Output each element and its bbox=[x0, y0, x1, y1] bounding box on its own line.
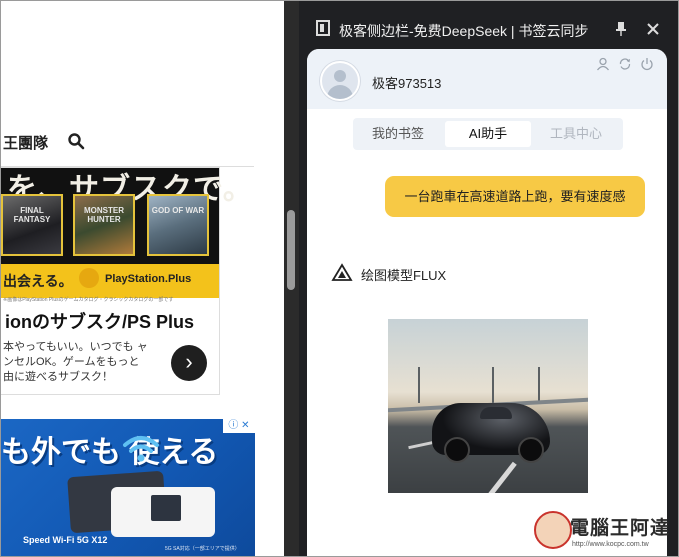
ad-yellow-strip: 出会える。 PlayStation.Plus bbox=[1, 264, 219, 298]
ad2-product-name: Speed Wi-Fi 5G X12 bbox=[23, 535, 108, 545]
generated-sports-car-image[interactable] bbox=[388, 319, 588, 493]
user-message-bubble: 一台跑車在高速道路上跑，要有速度感 bbox=[385, 176, 645, 217]
wifi-router-ad[interactable]: も外でも 使える ⓘ ✕ Speed Wi-Fi 5G X12 5G SA対応（… bbox=[1, 419, 255, 556]
game-cover-monster-hunter: MONSTER HUNTER bbox=[73, 194, 135, 256]
sidebar-titlebar: 极客侧边栏-免费DeepSeek | 书签云同步 bbox=[299, 1, 678, 45]
tab-ai-assistant[interactable]: AI助手 bbox=[445, 121, 531, 147]
close-icon[interactable] bbox=[646, 21, 660, 37]
playstation-plus-icon bbox=[79, 268, 99, 288]
avatar[interactable] bbox=[320, 61, 360, 101]
game-cover-god-of-war: GOD OF WAR bbox=[147, 194, 209, 256]
ad-next-arrow-button[interactable]: › bbox=[171, 345, 207, 381]
search-icon[interactable] bbox=[67, 132, 85, 150]
game-cover-final-fantasy: FINAL FANTASY bbox=[1, 194, 63, 256]
sidebar-panel: 极客973513 我的书签 AI助手 工具中心 一台跑車在高速道路上跑，要有速度… bbox=[307, 49, 667, 556]
adchoices-icon[interactable]: ⓘ ✕ bbox=[223, 419, 255, 433]
ad-title[interactable]: ionのサブスク/PS Plus bbox=[5, 308, 194, 334]
ad-yellow-text: 出会える。 bbox=[3, 273, 73, 289]
tab-my-bookmarks[interactable]: 我的书签 bbox=[357, 121, 439, 147]
ad-hero: を、サブスクで。 FINAL FANTASY MONSTER HUNTER GO… bbox=[1, 168, 253, 264]
tab-tool-center[interactable]: 工具中心 bbox=[535, 121, 617, 147]
mascot-logo-icon bbox=[534, 511, 572, 549]
watermark-url: http://www.kocpc.com.tw bbox=[572, 541, 649, 548]
ad-fine-print: ※画像はPlayStation Plusのゲームカタログ・クラシックカタログの一… bbox=[3, 297, 174, 303]
pin-icon[interactable] bbox=[614, 21, 628, 37]
ps-plus-ad[interactable]: を、サブスクで。 FINAL FANTASY MONSTER HUNTER GO… bbox=[1, 167, 253, 395]
power-icon[interactable] bbox=[640, 57, 654, 71]
ad2-headline: も外でも 使える bbox=[1, 436, 219, 469]
ps-plus-logo-text: PlayStation.Plus bbox=[105, 273, 192, 285]
model-name: 绘图模型FLUX bbox=[361, 268, 447, 283]
geek-sidebar: 极客侧边栏-免费DeepSeek | 书签云同步 极客973513 我的书签 A… bbox=[299, 1, 678, 556]
screen-frame: 王團隊 を、サブスクで。 FINAL FANTASY MONSTER HUNTE… bbox=[0, 0, 679, 557]
watermark-title: 電腦王阿達 bbox=[570, 518, 671, 539]
username: 极客973513 bbox=[372, 76, 442, 91]
sync-icon[interactable] bbox=[618, 57, 632, 71]
ad-description: 本やってもいい。いつでも ャンセルOK。ゲームをもっと 由に遊べるサブスク！ bbox=[3, 341, 148, 383]
ad2-fine-print: 5G SA対応（一部エリアで提供） bbox=[165, 546, 240, 552]
router-device-white bbox=[111, 487, 215, 537]
wifi-icon bbox=[123, 436, 159, 462]
scrollbar-thumb[interactable] bbox=[287, 210, 295, 290]
web-page: 王團隊 を、サブスクで。 FINAL FANTASY MONSTER HUNTE… bbox=[1, 1, 284, 556]
app-icon bbox=[316, 20, 330, 36]
user-header: 极客973513 bbox=[307, 49, 667, 109]
site-watermark: 電腦王阿達 http://www.kocpc.com.tw bbox=[534, 511, 674, 553]
flux-logo-icon bbox=[331, 263, 353, 281]
user-icon[interactable] bbox=[596, 57, 610, 71]
sidebar-title: 极客侧边栏-免费DeepSeek | 书签云同步 bbox=[339, 23, 589, 39]
tab-bar: 我的书签 AI助手 工具中心 bbox=[353, 118, 623, 150]
nav-site-name[interactable]: 王團隊 bbox=[3, 132, 48, 153]
